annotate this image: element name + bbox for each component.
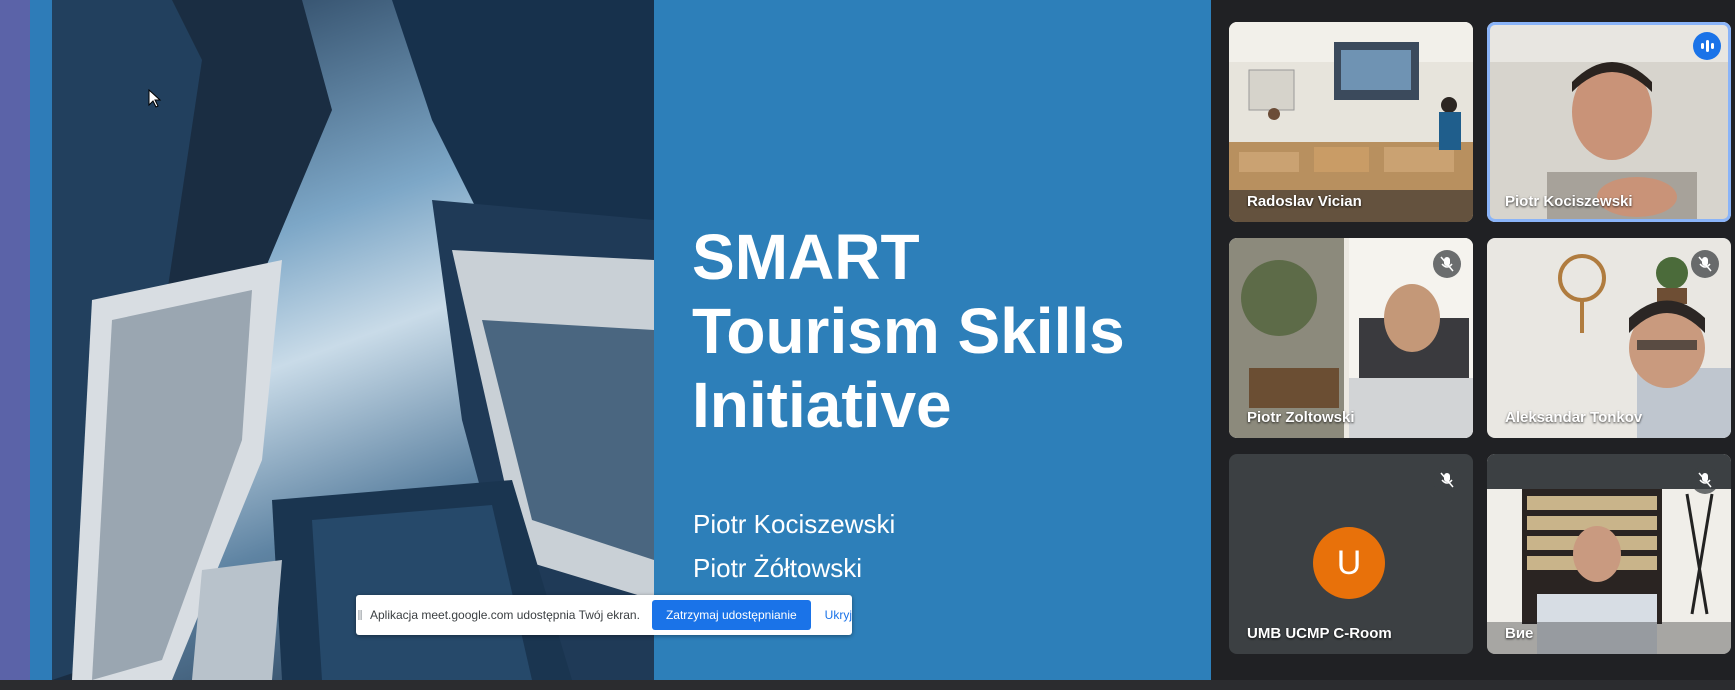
microphone-muted-icon xyxy=(1691,466,1719,494)
participant-name: Вие xyxy=(1505,625,1534,642)
participant-name: Aleksandar Tonkov xyxy=(1505,409,1643,426)
skyscraper-image xyxy=(52,0,654,680)
avatar: U xyxy=(1313,527,1385,599)
microphone-muted-icon xyxy=(1691,250,1719,278)
hide-banner-button[interactable]: Ukryj xyxy=(825,608,852,622)
participant-tile[interactable]: Radoslav Vician xyxy=(1229,22,1473,222)
slide-title-line: SMART xyxy=(692,221,920,293)
microphone-muted-icon xyxy=(1433,466,1461,494)
bottom-toolbar-edge xyxy=(0,680,1735,690)
participant-tile[interactable]: U UMB UCMP C-Room xyxy=(1229,454,1473,654)
slide-authors: Piotr Kociszewski Piotr Żółtowski xyxy=(693,502,895,590)
author-name: Piotr Żółtowski xyxy=(693,553,863,583)
presentation-slide: SMART Tourism Skills Initiative Piotr Ko… xyxy=(52,0,1211,680)
microphone-muted-icon xyxy=(1433,250,1461,278)
mouse-cursor-icon xyxy=(148,89,162,108)
slide-title-line: Tourism Skills xyxy=(692,295,1125,367)
skyscraper-photo xyxy=(52,0,654,680)
drag-handle-icon[interactable]: ‖ xyxy=(356,595,364,635)
participant-name: Radoslav Vician xyxy=(1247,193,1362,210)
slide-title-line: Initiative xyxy=(692,369,952,441)
participant-tile[interactable]: Вие xyxy=(1487,454,1731,654)
speaking-indicator-icon xyxy=(1693,32,1721,60)
screen-share-banner: ‖ Aplikacja meet.google.com udostępnia T… xyxy=(356,595,852,635)
participant-tile-active-speaker[interactable]: Piotr Kociszewski xyxy=(1487,22,1731,222)
participant-name: Piotr Zoltowski xyxy=(1247,409,1355,426)
participant-tile[interactable]: Aleksandar Tonkov xyxy=(1487,238,1731,438)
left-accent-stripe xyxy=(0,0,30,680)
participant-video xyxy=(1229,22,1473,222)
stop-sharing-button[interactable]: Zatrzymaj udostępnianie xyxy=(651,600,811,630)
slide-title: SMART Tourism Skills Initiative xyxy=(692,220,1125,442)
author-name: Piotr Kociszewski xyxy=(693,509,896,539)
participant-tile[interactable]: Piotr Zoltowski xyxy=(1229,238,1473,438)
share-message: Aplikacja meet.google.com udostępnia Twó… xyxy=(370,608,640,622)
left-accent-stripe-inner xyxy=(30,0,52,680)
participant-name: Piotr Kociszewski xyxy=(1505,193,1633,210)
participant-name: UMB UCMP C-Room xyxy=(1247,625,1392,642)
